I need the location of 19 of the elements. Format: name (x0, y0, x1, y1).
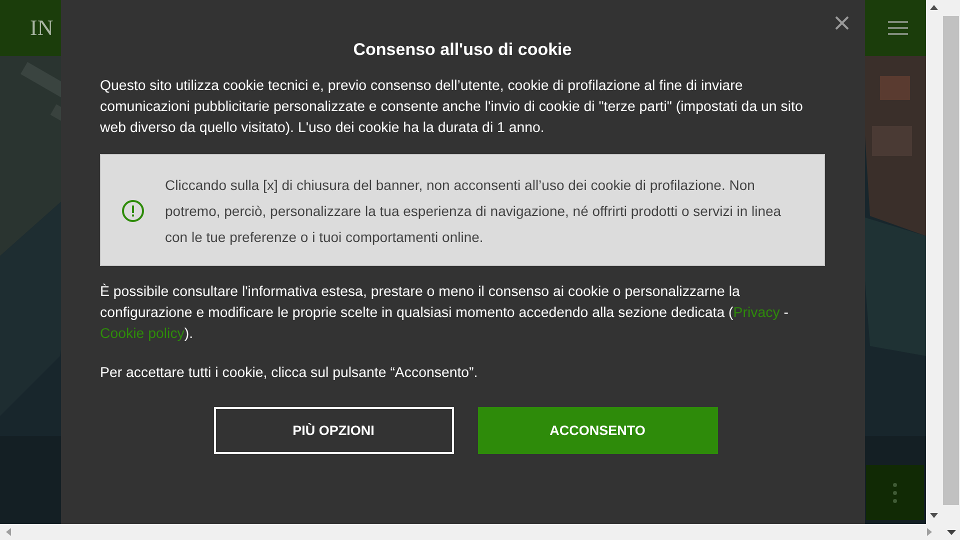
notice-text: Cliccando sulla [x] di chiusura del banner, non acconsenti all’uso dei cookie di profilazione. Non potremo, perciò, personalizzare la tua esperienza di navigazione, né offrirti prodotti o servizi in linea con le tue preferenze o i tuoi comportamenti online. (165, 176, 782, 247)
scroll-left-icon[interactable] (6, 528, 11, 536)
options-button[interactable]: PIÙ OPZIONI (214, 407, 454, 454)
scroll-up-icon[interactable] (930, 5, 938, 10)
scroll-right-icon[interactable] (927, 528, 932, 536)
scroll-down-icon[interactable] (930, 513, 938, 518)
accept-button[interactable]: ACCONSENTO (478, 407, 718, 454)
policy-link[interactable]: Cookie policy (100, 326, 184, 342)
close-icon[interactable] (835, 16, 849, 30)
dialog-title: Consenso all'uso di cookie (352, 39, 573, 61)
policy-link[interactable]: Privacy (733, 305, 780, 321)
info-text: È possibile consultare l'informativa estesa, prestare o meno il consenso ai cookie o personalizzarne la configurazione e modificare le proprie scelte in qualsiasi momento accedendo alla sezione dedicata (Privacy - Cookie policy). (100, 282, 790, 344)
scroll-down-icon[interactable] (946, 530, 956, 534)
menu-icon[interactable] (888, 20, 908, 36)
exclamation-icon (121, 199, 145, 223)
more-icon (893, 482, 897, 502)
scrollbar-thumb[interactable] (943, 16, 959, 505)
intro-text: Questo sito utilizza cookie tecnici e, previo consenso dell’utente, cookie di profilazione al fine di inviare comunicazioni pubblicitarie personalizzate e consente anche l'invio di cookie di "terze parti" (impostati da un sito web diverso da quello visitato). L'uso dei cookie ha la durata di 1 anno. (100, 77, 804, 138)
accept-hint: Per accettare tutti i cookie, clicca sul pulsante “Acconsento”. (100, 364, 479, 383)
